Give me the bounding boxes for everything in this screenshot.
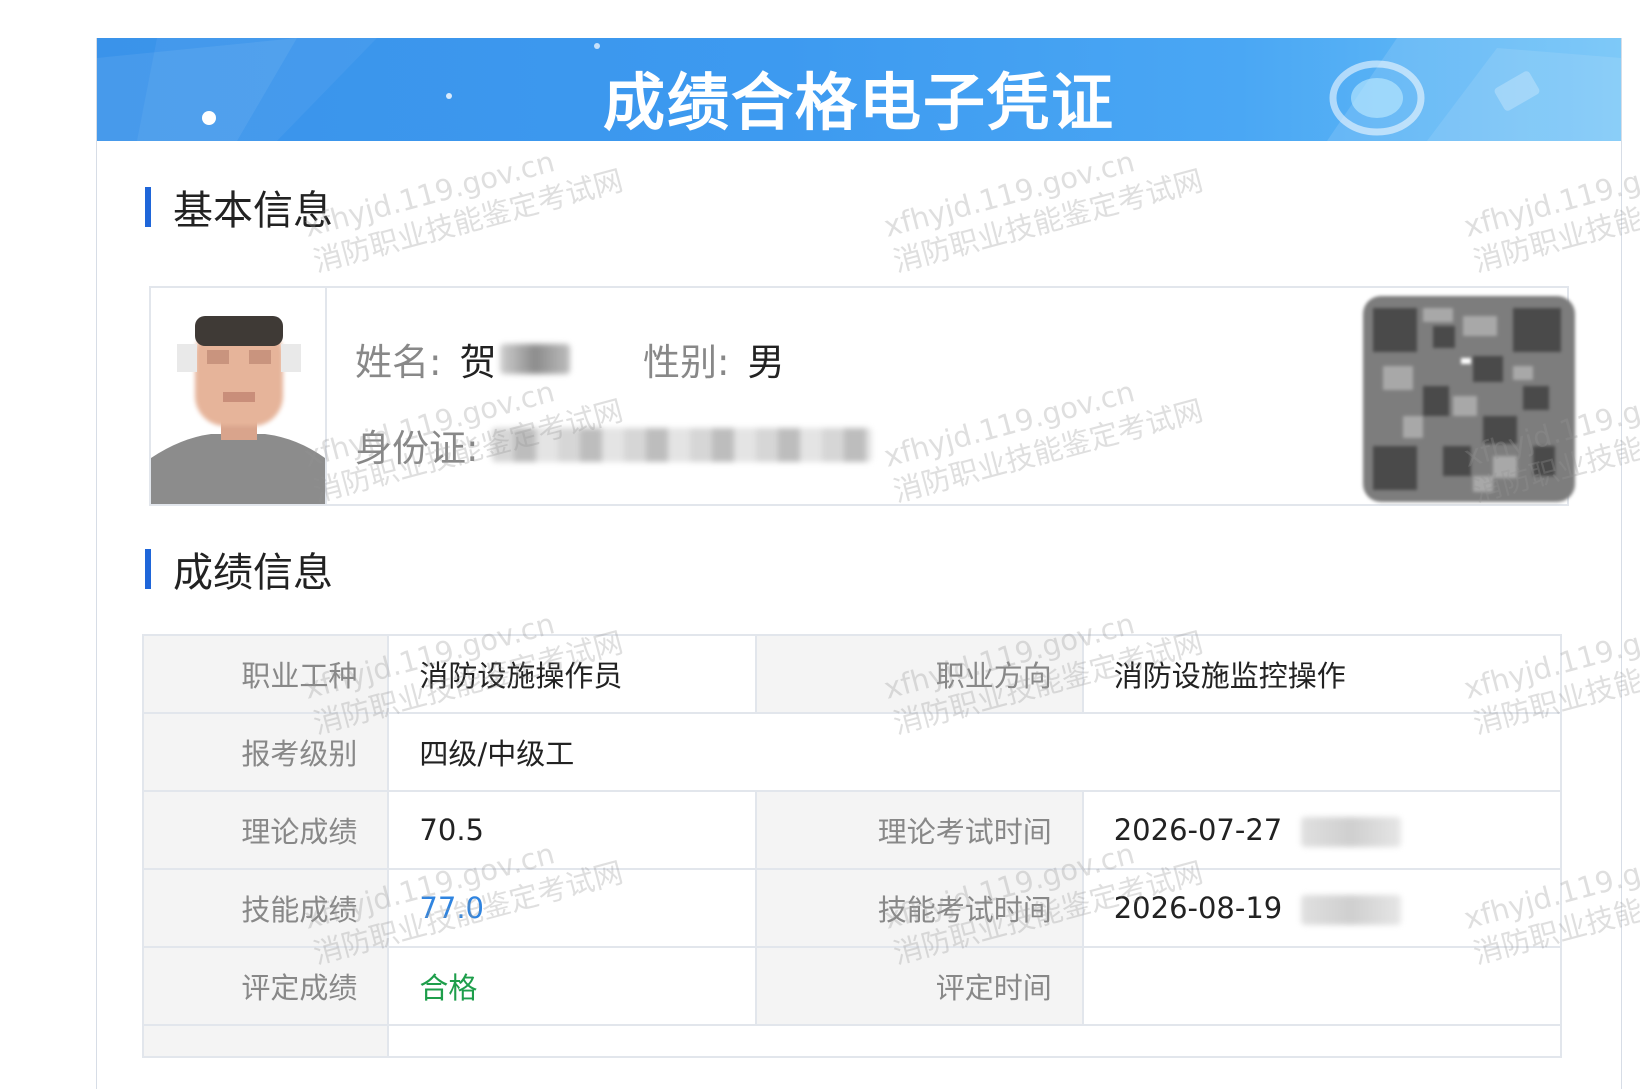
time-redacted <box>1301 895 1402 925</box>
score-info-heading: 成绩信息 <box>145 548 333 596</box>
id-row: 身份证: <box>355 418 873 472</box>
table-row: 评定成绩 合格 评定时间 <box>141 946 1563 1026</box>
result-value: 合格 <box>387 946 757 1026</box>
theory-time-value: 2026-07-27 <box>1113 813 1283 847</box>
basic-info-panel: 姓名: 贺 性别: 男 身份证: <box>149 286 1575 506</box>
page-title: 成绩合格电子凭证 <box>602 66 1115 139</box>
gender-value: 男 <box>747 341 785 384</box>
table-row <box>141 1024 1562 1058</box>
basic-info-title: 基本信息 <box>173 188 333 234</box>
skill-time-cell: 2026-08-19 <box>1081 868 1563 948</box>
occupation-value: 消防设施操作员 <box>387 634 757 714</box>
table-row: 理论成绩 70.5 理论考试时间 2026-07-27 <box>141 790 1563 870</box>
empty-label <box>141 1024 390 1058</box>
basic-info-heading: 基本信息 <box>145 186 333 234</box>
table-row: 职业工种 消防设施操作员 职业方向 消防设施监控操作 <box>141 634 1563 714</box>
theory-time-cell: 2026-07-27 <box>1081 790 1563 870</box>
section-accent-bar <box>145 187 151 227</box>
name-redacted <box>500 344 571 374</box>
qr-code-icon <box>1363 296 1575 502</box>
result-label: 评定成绩 <box>141 946 390 1026</box>
score-table: 职业工种 消防设施操作员 职业方向 消防设施监控操作 报考级别 四级/中级工 理… <box>141 634 1563 1058</box>
section-accent-bar <box>145 549 151 589</box>
gender-row: 性别: 男 <box>643 332 784 386</box>
name-row: 姓名: 贺 <box>355 332 571 386</box>
theory-score-value: 70.5 <box>387 790 757 870</box>
theory-time-label: 理论考试时间 <box>754 790 1084 870</box>
gender-label: 性别: <box>643 341 730 384</box>
skill-score-label: 技能成绩 <box>141 868 390 948</box>
skill-time-label: 技能考试时间 <box>754 868 1084 948</box>
result-time-value <box>1081 946 1563 1026</box>
person-photo-icon <box>151 288 325 504</box>
theory-score-label: 理论成绩 <box>141 790 390 870</box>
empty-value <box>387 1024 1562 1058</box>
level-value: 四级/中级工 <box>387 712 1562 792</box>
header-banner: 成绩合格电子凭证 <box>97 38 1621 141</box>
score-info-title: 成绩信息 <box>173 550 333 596</box>
time-redacted <box>1301 817 1402 847</box>
occupation-label: 职业工种 <box>141 634 390 714</box>
skill-score-value: 77.0 <box>387 868 757 948</box>
skill-time-value: 2026-08-19 <box>1113 891 1283 925</box>
level-label: 报考级别 <box>141 712 390 792</box>
table-row: 技能成绩 77.0 技能考试时间 2026-08-19 <box>141 868 1563 948</box>
name-value: 贺 <box>459 341 497 384</box>
direction-label: 职业方向 <box>754 634 1084 714</box>
id-redacted <box>492 428 873 462</box>
result-time-label: 评定时间 <box>754 946 1084 1026</box>
name-label: 姓名: <box>355 341 442 384</box>
avatar <box>151 288 327 504</box>
direction-value: 消防设施监控操作 <box>1081 634 1563 714</box>
id-label: 身份证: <box>355 427 479 470</box>
table-row: 报考级别 四级/中级工 <box>141 712 1562 792</box>
